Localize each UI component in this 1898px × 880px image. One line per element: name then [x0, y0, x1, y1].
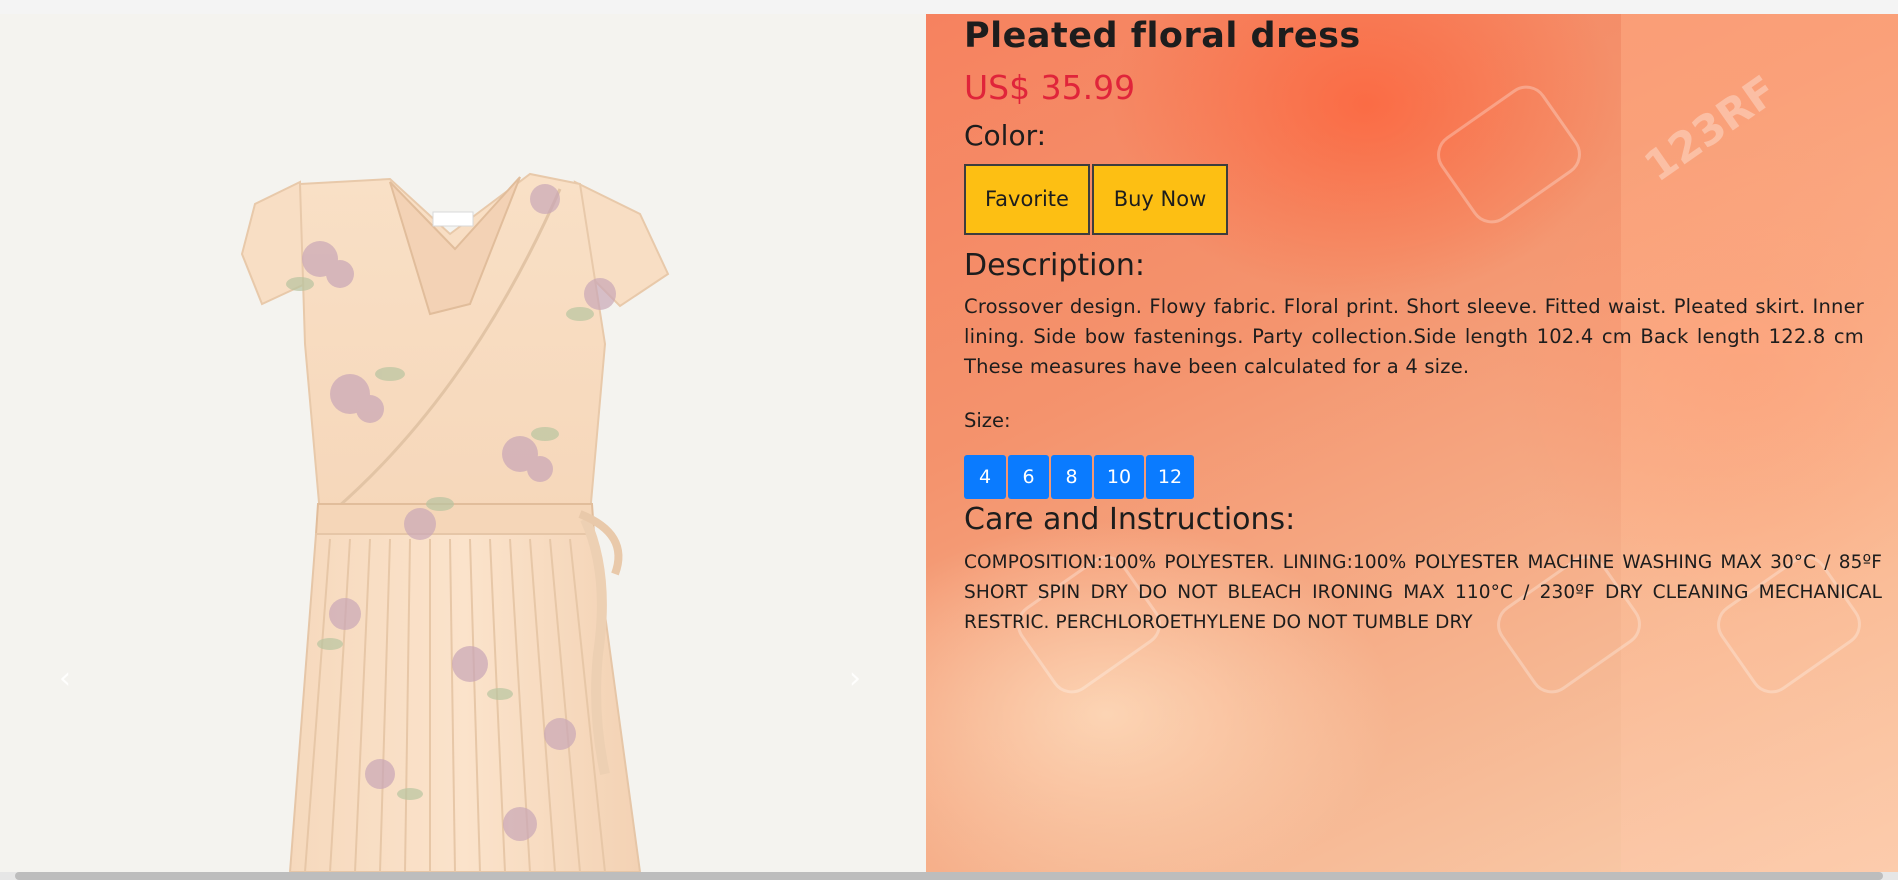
care-heading: Care and Instructions:: [964, 502, 1296, 537]
size-option-10[interactable]: 10: [1094, 455, 1144, 499]
size-option-6[interactable]: 6: [1008, 455, 1049, 499]
color-label: Color:: [964, 119, 1047, 152]
size-option-12[interactable]: 12: [1146, 455, 1194, 499]
size-option-8[interactable]: 8: [1051, 455, 1092, 499]
horizontal-scrollbar[interactable]: [0, 872, 1898, 880]
product-price: US$ 35.99: [964, 68, 1136, 107]
favorite-button[interactable]: Favorite: [964, 164, 1090, 235]
watermark-icon: [1428, 76, 1590, 233]
chevron-right-icon: ›: [849, 661, 861, 696]
buy-now-button[interactable]: Buy Now: [1092, 164, 1228, 235]
product-details-panel: 123RF Pleated floral dress US$ 35.99 Col…: [926, 14, 1898, 872]
product-image-carousel: ‹ ›: [0, 14, 926, 872]
size-label: Size:: [964, 409, 1011, 432]
dress-image: [240, 172, 670, 872]
top-strip: [0, 0, 1898, 14]
care-text: COMPOSITION:100% POLYESTER. LINING:100% …: [964, 552, 1882, 633]
size-option-4[interactable]: 4: [964, 455, 1006, 499]
size-options: 4 6 8 10 12: [964, 455, 1194, 499]
description-heading: Description:: [964, 248, 1145, 283]
description-text: Crossover design. Flowy fabric. Floral p…: [964, 295, 1864, 378]
carousel-next-control[interactable]: ›: [835, 654, 875, 704]
scrollbar-thumb[interactable]: [15, 872, 1883, 880]
carousel-prev-control[interactable]: ‹: [45, 654, 85, 704]
product-title: Pleated floral dress: [964, 16, 1361, 56]
chevron-left-icon: ‹: [59, 661, 71, 696]
